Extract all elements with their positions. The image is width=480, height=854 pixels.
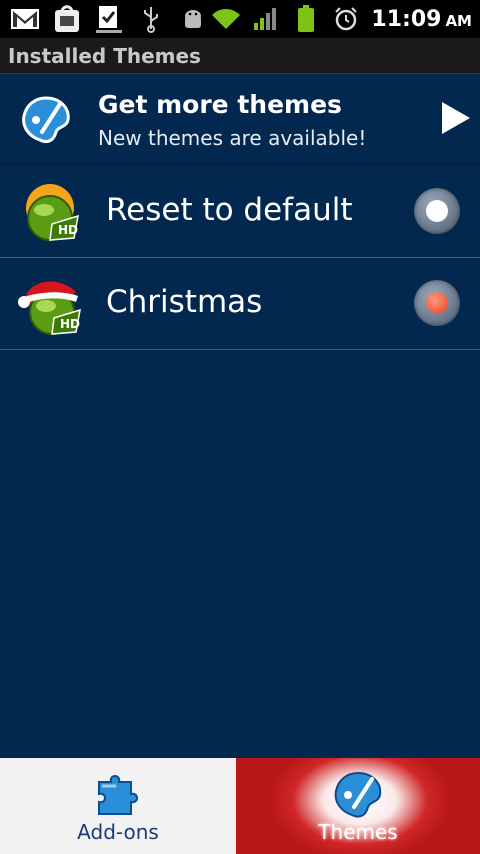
radio-selected-dot: [426, 292, 448, 314]
svg-text:HD: HD: [60, 317, 80, 331]
battery-icon: [291, 4, 321, 34]
alarm-icon: [331, 4, 361, 34]
radio-unselected-dot: [426, 200, 448, 222]
clock-time: 11:09: [371, 6, 442, 32]
notification-icons: [10, 4, 208, 34]
theme-row-reset-default[interactable]: HD Reset to default: [0, 166, 480, 258]
page-title: Installed Themes: [8, 44, 201, 68]
get-more-themes-row[interactable]: Get more themes New themes are available…: [0, 74, 480, 166]
gmail-icon: [10, 4, 40, 34]
theme-row-christmas[interactable]: HD Christmas: [0, 258, 480, 350]
tab-label: Add-ons: [77, 820, 159, 844]
get-more-themes-title: Get more themes: [98, 90, 342, 119]
tab-add-ons[interactable]: Add-ons: [0, 758, 236, 854]
system-icons: 11:09 AM: [211, 4, 472, 34]
play-arrow-icon: [442, 102, 470, 134]
wifi-icon: [211, 4, 241, 34]
theme-label: Christmas: [106, 284, 263, 320]
clock: 11:09 AM: [371, 7, 472, 32]
status-bar: 11:09 AM: [0, 0, 480, 38]
usb-icon: [136, 4, 166, 34]
hd-christmas-icon: HD: [16, 270, 86, 340]
title-bar: Installed Themes: [0, 38, 480, 74]
market-icon: [52, 4, 82, 34]
bottom-tab-bar: Add-ons Themes: [0, 758, 480, 854]
hd-default-icon: HD: [16, 178, 86, 248]
clock-ampm: AM: [445, 11, 472, 30]
theme-radio-christmas[interactable]: [414, 280, 460, 326]
puzzle-icon: [91, 768, 145, 822]
palette-icon: [331, 768, 385, 822]
android-debug-icon: [178, 4, 208, 34]
theme-radio-reset-default[interactable]: [414, 188, 460, 234]
signal-icon: [251, 4, 281, 34]
svg-text:HD: HD: [58, 223, 78, 237]
task-icon: [94, 4, 124, 34]
get-more-themes-subtitle: New themes are available!: [98, 126, 367, 150]
theme-label: Reset to default: [106, 192, 353, 228]
tab-label: Themes: [318, 820, 398, 844]
palette-icon: [20, 94, 72, 146]
tab-themes[interactable]: Themes: [236, 758, 480, 854]
